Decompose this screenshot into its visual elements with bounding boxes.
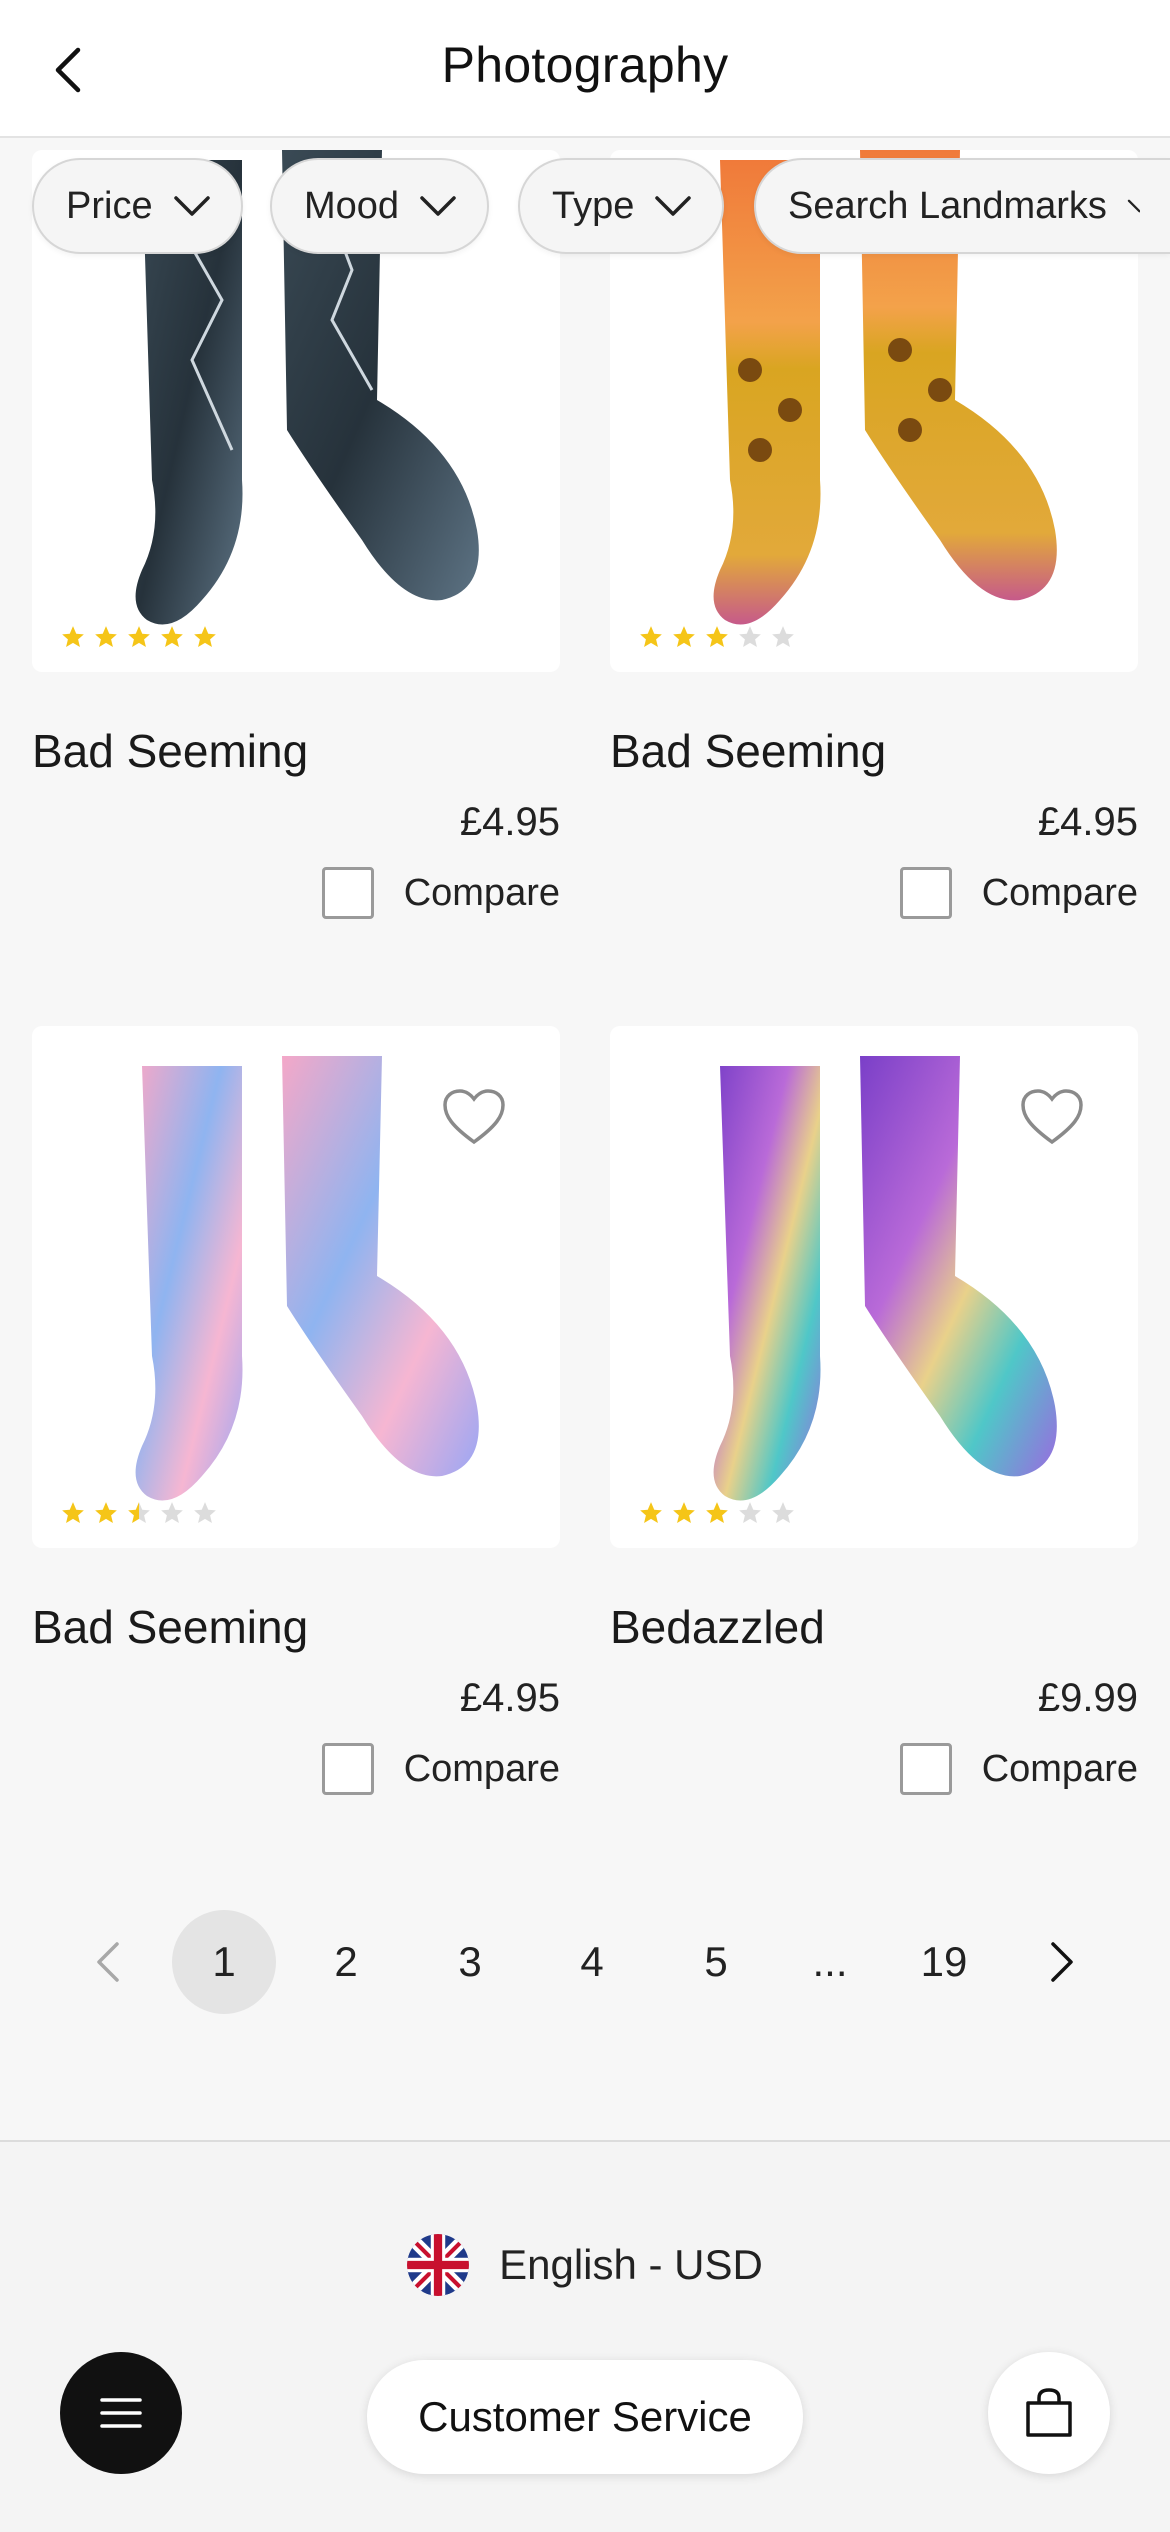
product-image[interactable] xyxy=(610,1026,1138,1548)
star-icon xyxy=(95,626,117,647)
star-icon xyxy=(62,1502,84,1523)
product-image[interactable] xyxy=(32,1026,560,1548)
compare-checkbox[interactable] xyxy=(899,1743,952,1795)
hamburger-menu-icon xyxy=(100,2398,142,2428)
product-name[interactable]: Bad Seeming xyxy=(32,1600,560,1654)
compare-label: Compare xyxy=(403,871,560,914)
product-price: £4.95 xyxy=(1037,800,1138,844)
compare-control[interactable]: Compare xyxy=(32,867,560,919)
star-empty-icon xyxy=(739,626,761,647)
product-card[interactable]: Bad Seeming £4.95 Compare xyxy=(610,150,1138,919)
rating-stars xyxy=(638,1500,796,1526)
wishlist-button[interactable] xyxy=(1020,1088,1084,1146)
product-card[interactable]: Bad Seeming £4.95 Compare xyxy=(32,1026,560,1795)
star-icon xyxy=(673,626,695,647)
page-19[interactable]: 19 xyxy=(892,1910,996,2014)
rating-stars xyxy=(60,1500,218,1526)
heart-icon xyxy=(443,1089,505,1145)
chevron-down-icon xyxy=(173,196,210,216)
page: Photography Bad Seeming £4.95 Compare Ba… xyxy=(0,0,1170,2532)
star-icon xyxy=(95,1502,117,1523)
shopping-bag-icon xyxy=(1026,2388,1072,2437)
star-icon xyxy=(706,626,728,647)
compare-label: Compare xyxy=(981,1747,1138,1790)
product-name[interactable]: Bedazzled xyxy=(610,1600,1138,1654)
next-page-button[interactable] xyxy=(1010,1910,1114,2014)
compare-checkbox[interactable] xyxy=(321,1743,374,1795)
compare-control[interactable]: Compare xyxy=(610,1743,1138,1795)
star-icon xyxy=(62,626,84,647)
footer: English - USD Customer Service xyxy=(0,2142,1170,2532)
compare-label: Compare xyxy=(981,871,1138,914)
product-price: £4.95 xyxy=(459,1676,560,1720)
page-2[interactable]: 2 xyxy=(294,1910,398,2014)
customer-service-button[interactable]: Customer Service xyxy=(367,2360,803,2474)
product-card[interactable]: Bedazzled £9.99 Compare xyxy=(610,1026,1138,1795)
star-icon xyxy=(673,1502,695,1523)
product-card[interactable]: Bad Seeming £4.95 Compare xyxy=(32,150,560,919)
star-icon xyxy=(706,1502,728,1523)
uk-flag-icon xyxy=(407,2234,470,2296)
filter-mood[interactable]: Mood xyxy=(270,158,490,254)
wishlist-button[interactable] xyxy=(442,1088,506,1146)
star-icon xyxy=(194,626,216,647)
star-icon xyxy=(128,626,150,647)
product-name[interactable]: Bad Seeming xyxy=(32,724,560,778)
page-title: Photography xyxy=(441,37,729,93)
star-icon xyxy=(640,1502,662,1523)
compare-control[interactable]: Compare xyxy=(610,867,1138,919)
filter-label: Search Landmarks xyxy=(788,184,1107,227)
heart-icon xyxy=(1021,1089,1083,1145)
filter-label: Type xyxy=(552,184,635,227)
compare-checkbox[interactable] xyxy=(321,867,374,919)
chevron-down-icon xyxy=(420,196,456,216)
page-ellipsis: ... xyxy=(812,1938,848,1985)
star-icon xyxy=(161,626,183,647)
chevron-down-icon xyxy=(1127,199,1140,213)
page-3[interactable]: 3 xyxy=(418,1910,522,2014)
language-selector[interactable]: English - USD xyxy=(0,2234,1170,2296)
filter-search-landmarks[interactable]: Search Landmarks xyxy=(754,158,1170,254)
compare-label: Compare xyxy=(403,1747,560,1790)
star-half-icon xyxy=(128,1502,150,1523)
page-4[interactable]: 4 xyxy=(540,1910,644,2014)
product-name[interactable]: Bad Seeming xyxy=(610,724,1138,778)
compare-checkbox[interactable] xyxy=(899,867,952,919)
filter-price[interactable]: Price xyxy=(32,158,243,254)
compare-control[interactable]: Compare xyxy=(32,1743,560,1795)
chevron-left-icon xyxy=(97,1942,119,1982)
page-1[interactable]: 1 xyxy=(172,1910,276,2014)
filter-label: Mood xyxy=(304,184,400,227)
page-5[interactable]: 5 xyxy=(664,1910,768,2014)
chevron-right-icon xyxy=(1051,1942,1073,1982)
rating-stars xyxy=(60,624,218,650)
star-icon xyxy=(640,626,662,647)
filter-type[interactable]: Type xyxy=(518,158,725,254)
star-empty-icon xyxy=(194,1502,216,1523)
top-bar: Photography xyxy=(0,0,1170,138)
product-price: £4.95 xyxy=(459,800,560,844)
rating-stars xyxy=(638,624,796,650)
menu-button[interactable] xyxy=(60,2352,182,2474)
prev-page-button[interactable] xyxy=(56,1910,160,2014)
star-empty-icon xyxy=(772,626,794,647)
pagination: 1 2 3 4 5 ... 19 xyxy=(0,1910,1170,2014)
product-price: £9.99 xyxy=(1037,1676,1138,1720)
shopping-bag-button[interactable] xyxy=(988,2352,1110,2474)
star-empty-icon xyxy=(739,1502,761,1523)
language-label: English - USD xyxy=(499,2241,763,2288)
star-empty-icon xyxy=(772,1502,794,1523)
filter-label: Price xyxy=(66,184,153,227)
chevron-down-icon xyxy=(655,196,692,216)
star-empty-icon xyxy=(161,1502,183,1523)
